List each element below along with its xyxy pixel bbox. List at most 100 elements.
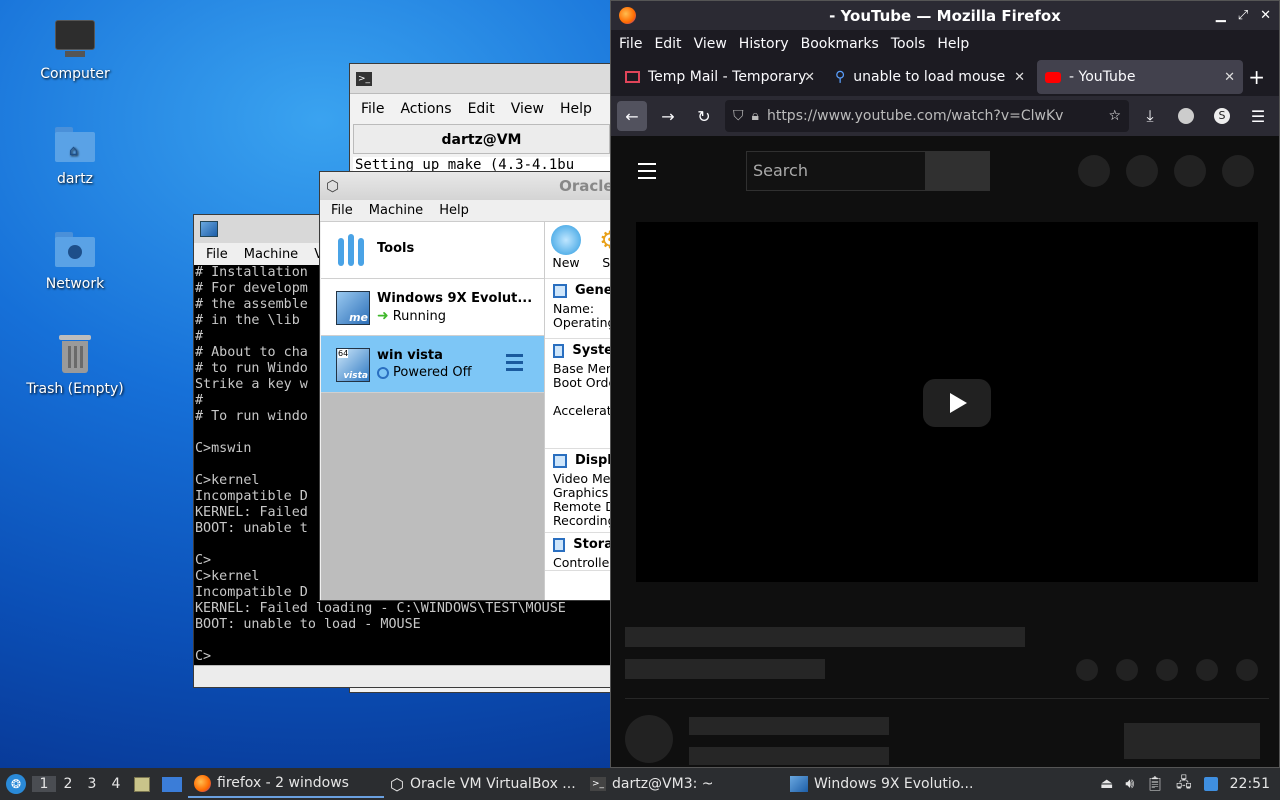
volume-icon[interactable]: 🔊︎: [1119, 770, 1140, 798]
play-button[interactable]: [923, 379, 991, 427]
hamburger-menu-icon[interactable]: ☰: [1243, 101, 1273, 131]
terminal-icon: >_: [356, 71, 372, 86]
workspace-4[interactable]: 4: [104, 776, 128, 792]
menu-file[interactable]: File: [613, 36, 648, 52]
taskbar-app-firefox[interactable]: firefox - 2 windows: [188, 770, 384, 798]
taskbar-app-label: dartz@VM3: ~: [612, 776, 714, 792]
menu-help[interactable]: Help: [431, 203, 477, 218]
minimize-icon[interactable]: ▁: [1216, 8, 1226, 23]
start-menu-button[interactable]: ❂: [0, 770, 32, 798]
search-icon: ⚲: [835, 69, 846, 85]
menu-help[interactable]: Help: [552, 101, 600, 117]
tools-item[interactable]: Tools: [321, 222, 544, 279]
video-player[interactable]: [636, 222, 1258, 582]
tab-close-icon[interactable]: ✕: [1224, 70, 1235, 85]
taskbar-app-virtualbox[interactable]: ⬡ Oracle VM VirtualBox ...: [384, 770, 584, 798]
header-placeholder-icon: [1174, 155, 1206, 187]
new-vm-button[interactable]: New: [551, 225, 581, 278]
close-icon[interactable]: ✕: [1260, 8, 1271, 23]
header-placeholder-icon: [1126, 155, 1158, 187]
maximize-icon[interactable]: ⤢: [1238, 8, 1248, 23]
network-status-icon[interactable]: 🖧︎: [1170, 770, 1198, 798]
detail-row: Recording: [553, 513, 613, 528]
youtube-menu-icon[interactable]: [638, 163, 656, 179]
back-button[interactable]: ←: [617, 101, 647, 131]
tab-label: - YouTube: [1069, 69, 1136, 85]
details-menu-icon[interactable]: [499, 352, 523, 376]
bookmark-star-icon[interactable]: ☆: [1108, 108, 1121, 124]
tab-search[interactable]: ⚲ unable to load mouse ✕: [827, 60, 1033, 94]
menu-tools[interactable]: Tools: [885, 36, 932, 52]
vbox-titlebar[interactable]: ⬡ Oracle: [320, 172, 613, 200]
subscribe-placeholder: [1124, 723, 1260, 759]
detail-row: Name:: [553, 301, 595, 316]
file-manager-launcher[interactable]: [128, 770, 156, 798]
action-placeholder-icon: [1116, 659, 1138, 681]
mail-icon: [625, 71, 640, 83]
menu-file[interactable]: File: [353, 101, 392, 117]
youtube-icon: [1045, 71, 1061, 83]
terminal-icon: >_: [590, 777, 606, 791]
clipboard-icon[interactable]: 📋︎: [1140, 770, 1170, 798]
vm-item-win-vista[interactable]: 64 vista win vista Powered Off: [321, 336, 544, 393]
desktop-icon-network[interactable]: Network: [20, 228, 130, 292]
tab-close-icon[interactable]: ✕: [804, 70, 815, 85]
tab-temp-mail[interactable]: Temp Mail - Temporary ✕: [617, 60, 823, 94]
terminal-tab-header[interactable]: dartz@VM: [353, 124, 610, 154]
tab-youtube[interactable]: - YouTube ✕: [1037, 60, 1243, 94]
clock[interactable]: 22:51: [1224, 770, 1280, 798]
firefox-titlebar[interactable]: - YouTube — Mozilla Firefox ▁ ⤢ ✕: [611, 1, 1279, 30]
header-placeholder-icon: [1222, 155, 1254, 187]
workspace-1[interactable]: 1: [32, 776, 56, 792]
menu-file[interactable]: File: [198, 247, 236, 262]
details-section-display: Displ Video Mem Graphics ( Remote D Reco…: [545, 449, 613, 533]
downloads-icon[interactable]: ⤓: [1135, 101, 1165, 131]
power-off-icon: [377, 366, 389, 379]
virtualbox-vm-icon: [200, 221, 218, 237]
trash-icon: [53, 333, 97, 377]
menu-view[interactable]: View: [503, 101, 552, 117]
new-tab-icon[interactable]: +: [1248, 65, 1265, 89]
menu-view[interactable]: View: [688, 36, 733, 52]
youtube-search-input[interactable]: Search: [746, 151, 926, 191]
menu-help[interactable]: Help: [931, 36, 975, 52]
vm-item-windows9x[interactable]: me Windows 9X Evolut... ➜ Running: [321, 279, 544, 336]
terminal-titlebar[interactable]: >_: [350, 64, 613, 94]
menu-actions[interactable]: Actions: [392, 101, 459, 117]
taskbar-app-terminal[interactable]: >_ dartz@VM3: ~: [584, 770, 784, 798]
reload-button[interactable]: ↻: [689, 101, 719, 131]
youtube-search-button[interactable]: [926, 151, 990, 191]
url-bar[interactable]: ⛉ 🔒︎ https://www.youtube.com/watch?v=Clw…: [725, 100, 1129, 132]
taskbar-app-windows9x[interactable]: Windows 9X Evolutio...: [784, 770, 984, 798]
update-notifier-icon[interactable]: [1198, 770, 1224, 798]
desktop-launcher[interactable]: [156, 770, 188, 798]
console-line: C>: [195, 649, 212, 664]
archive-icon: [134, 776, 150, 792]
virtualbox-manager-window[interactable]: ⬡ Oracle File Machine Help Tools me Wind…: [319, 171, 614, 601]
eject-icon[interactable]: ⏏: [1094, 770, 1119, 798]
forward-button[interactable]: →: [653, 101, 683, 131]
account-icon[interactable]: [1171, 101, 1201, 131]
taskbar-app-label: Oracle VM VirtualBox ...: [409, 776, 576, 792]
shield-icon: ⛉: [733, 108, 744, 124]
menu-edit[interactable]: Edit: [648, 36, 687, 52]
virtualbox-cube-icon: ⬡: [326, 177, 340, 195]
network-folder-icon: [53, 228, 97, 272]
desktop-icon-trash[interactable]: Trash (Empty): [20, 333, 130, 397]
workspace-3[interactable]: 3: [80, 776, 104, 792]
menu-edit[interactable]: Edit: [460, 101, 503, 117]
desktop-icon-computer[interactable]: Computer: [20, 18, 130, 82]
desktop-icon-home-folder[interactable]: ⌂ dartz: [20, 123, 130, 187]
menu-file[interactable]: File: [323, 203, 361, 218]
detail-row: Video Mem: [553, 471, 613, 486]
menu-machine[interactable]: Machine: [236, 247, 306, 262]
system-icon: [553, 343, 565, 358]
tab-close-icon[interactable]: ✕: [1014, 70, 1025, 85]
menu-bookmarks[interactable]: Bookmarks: [795, 36, 885, 52]
menu-machine[interactable]: Machine: [361, 203, 431, 218]
menu-history[interactable]: History: [733, 36, 795, 52]
firefox-window[interactable]: - YouTube — Mozilla Firefox ▁ ⤢ ✕ File E…: [610, 0, 1280, 768]
extension-icon[interactable]: S: [1207, 101, 1237, 131]
action-placeholder-icon: [1236, 659, 1258, 681]
workspace-2[interactable]: 2: [56, 776, 80, 792]
